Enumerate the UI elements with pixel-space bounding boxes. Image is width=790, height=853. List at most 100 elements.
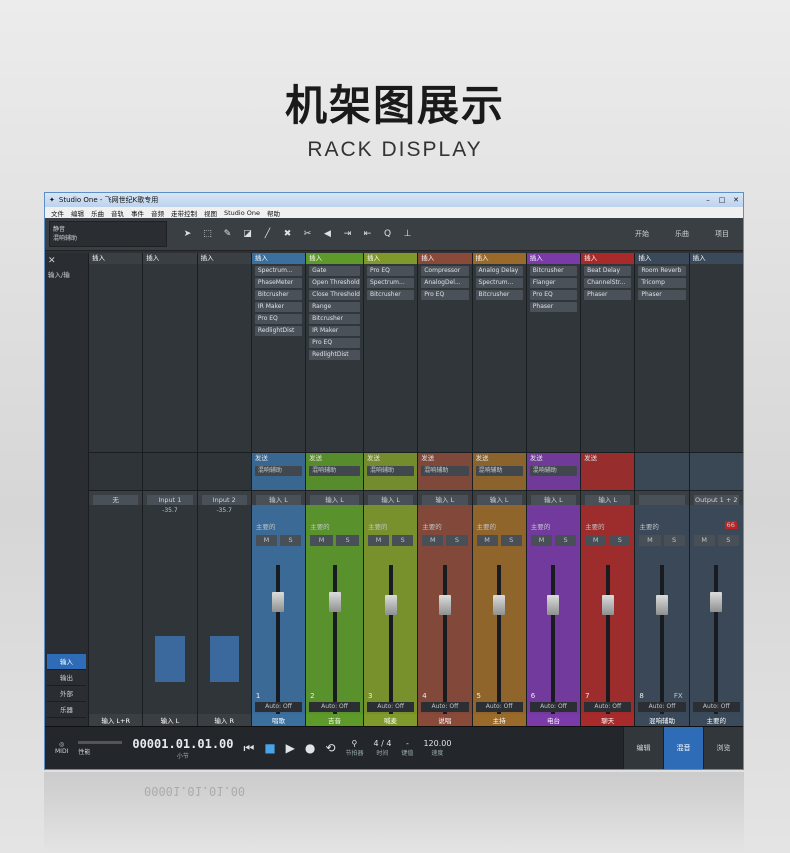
- plugin-slot[interactable]: Phaser: [529, 302, 578, 312]
- solo-button[interactable]: S: [279, 535, 302, 546]
- plugin-slot[interactable]: Pro EQ: [366, 266, 415, 276]
- mixer-close-icon[interactable]: ✕: [45, 253, 88, 269]
- insert-header[interactable]: 插入: [418, 253, 472, 264]
- left-panel-tab[interactable]: 输入: [47, 654, 86, 670]
- fader-cap[interactable]: [656, 595, 668, 615]
- automation-mode[interactable]: Auto: Off: [309, 702, 360, 712]
- mute-tool-icon[interactable]: ✖: [281, 229, 294, 239]
- plugin-slot[interactable]: Pro EQ: [529, 290, 578, 300]
- maximize-icon[interactable]: □: [715, 196, 729, 204]
- plugin-slot[interactable]: PhaseMeter: [254, 278, 303, 288]
- bend-tool-icon[interactable]: ⇥: [341, 229, 354, 239]
- eraser-tool-icon[interactable]: ◪: [241, 229, 254, 239]
- solo-button[interactable]: S: [663, 535, 685, 546]
- close-icon[interactable]: ✕: [729, 196, 743, 204]
- pencil-tool-icon[interactable]: ✎: [221, 229, 234, 239]
- plugin-slot[interactable]: RedlightDist: [254, 326, 303, 336]
- plugin-slot[interactable]: Spectrum...: [254, 266, 303, 276]
- send-slot[interactable]: 混响辅助: [366, 466, 415, 476]
- solo-button[interactable]: S: [446, 535, 468, 546]
- plugin-slot[interactable]: Bitcrusher: [309, 314, 360, 324]
- plugin-slot[interactable]: Spectrum...: [475, 278, 523, 288]
- left-panel-tab[interactable]: 输出: [47, 670, 86, 686]
- left-panel-tab[interactable]: 乐器: [47, 702, 86, 718]
- plugin-slot[interactable]: Pro EQ: [254, 314, 303, 324]
- arrow-tool-icon[interactable]: ➤: [181, 229, 194, 239]
- channel-name[interactable]: 输入 L: [530, 495, 577, 505]
- plugin-slot[interactable]: IR Maker: [309, 326, 360, 336]
- channel-name[interactable]: 输入 L: [255, 495, 302, 505]
- stop-icon[interactable]: ■: [264, 741, 275, 755]
- mute-button[interactable]: M: [693, 535, 715, 546]
- toolbar-page-tab[interactable]: 项目: [715, 229, 729, 239]
- split-tool-icon[interactable]: ✂: [301, 229, 314, 239]
- solo-button[interactable]: S: [554, 535, 577, 546]
- minimize-icon[interactable]: –: [701, 196, 715, 204]
- fader-cap[interactable]: [384, 595, 397, 615]
- plugin-slot[interactable]: Bitcrusher: [254, 290, 303, 300]
- mute-button[interactable]: M: [422, 535, 444, 546]
- insert-header[interactable]: 插入: [197, 253, 251, 264]
- mute-selector[interactable]: 静音 混响辅助: [49, 221, 167, 247]
- sends-header[interactable]: 发送: [418, 453, 471, 464]
- send-slot[interactable]: 混响辅助: [475, 466, 523, 476]
- play-icon[interactable]: ▶: [286, 741, 295, 755]
- plugin-slot[interactable]: Tricomp: [638, 278, 686, 288]
- insert-header[interactable]: 插入: [635, 253, 689, 264]
- insert-header[interactable]: 插入: [251, 253, 306, 264]
- plugin-slot[interactable]: Pro EQ: [309, 338, 360, 348]
- automation-mode[interactable]: Auto: Off: [475, 702, 523, 712]
- sends-header[interactable]: 发送: [364, 453, 417, 464]
- send-slot[interactable]: 混响辅助: [421, 466, 469, 476]
- toolbar-page-tab[interactable]: 乐曲: [675, 229, 689, 239]
- channel-name[interactable]: Output 1 + 2: [693, 495, 739, 505]
- plugin-slot[interactable]: Close Threshold: [309, 290, 360, 300]
- menu-item[interactable]: 帮助: [267, 208, 280, 218]
- menu-item[interactable]: Studio One: [224, 209, 260, 217]
- io-label[interactable]: 输入/输: [45, 269, 88, 279]
- mute-button[interactable]: M: [585, 535, 607, 546]
- solo-button[interactable]: S: [500, 535, 522, 546]
- plugin-slot[interactable]: RedlightDist: [309, 350, 360, 360]
- automation-mode[interactable]: Auto: Off: [254, 702, 303, 712]
- insert-header[interactable]: 插入: [143, 253, 197, 264]
- mute-button[interactable]: M: [476, 535, 498, 546]
- fader-cap[interactable]: [493, 595, 506, 615]
- automation-mode[interactable]: Auto: Off: [366, 702, 415, 712]
- sends-header[interactable]: 发送: [527, 453, 580, 464]
- send-slot[interactable]: 混响辅助: [309, 466, 360, 476]
- insert-header[interactable]: 插入: [89, 253, 143, 264]
- automation-mode[interactable]: Auto: Off: [529, 702, 578, 712]
- menu-item[interactable]: 编辑: [71, 208, 84, 218]
- solo-button[interactable]: S: [609, 535, 631, 546]
- plugin-slot[interactable]: Pro EQ: [421, 290, 469, 300]
- insert-header[interactable]: 插入: [363, 253, 418, 264]
- solo-button[interactable]: S: [392, 535, 414, 546]
- channel-name[interactable]: Input 1: [147, 495, 193, 505]
- volume-fader[interactable]: [272, 565, 285, 715]
- channel-name[interactable]: 无: [93, 495, 139, 505]
- plugin-slot[interactable]: Beat Delay: [584, 266, 632, 276]
- time-signature[interactable]: 4 / 4 时间: [373, 739, 391, 757]
- zoom-tool-icon[interactable]: Q: [381, 229, 394, 239]
- mute-button[interactable]: M: [255, 535, 277, 546]
- view-tab[interactable]: 编辑: [623, 727, 663, 769]
- metronome[interactable]: ⚲ 节拍器: [345, 739, 363, 757]
- range-tool-icon[interactable]: ⬚: [201, 229, 214, 239]
- listen-tool-icon[interactable]: ◀: [321, 229, 334, 239]
- volume-fader[interactable]: [493, 565, 506, 715]
- sends-header[interactable]: 发送: [581, 453, 634, 464]
- channel-name[interactable]: 输入 L: [476, 495, 522, 505]
- channel-name[interactable]: 输入 L: [422, 495, 468, 505]
- channel-name[interactable]: 输入 L: [310, 495, 359, 505]
- channel-name[interactable]: [639, 495, 685, 505]
- menu-item[interactable]: 音轨: [111, 208, 124, 218]
- plugin-slot[interactable]: AnalogDel...: [421, 278, 469, 288]
- sends-header[interactable]: [635, 453, 688, 464]
- snap-icon[interactable]: ⇤: [361, 229, 374, 239]
- plugin-slot[interactable]: Compressor: [421, 266, 469, 276]
- fader-cap[interactable]: [438, 595, 451, 615]
- plugin-slot[interactable]: Bitcrusher: [529, 266, 578, 276]
- plugin-slot[interactable]: Phaser: [638, 290, 686, 300]
- fader-cap[interactable]: [547, 595, 560, 615]
